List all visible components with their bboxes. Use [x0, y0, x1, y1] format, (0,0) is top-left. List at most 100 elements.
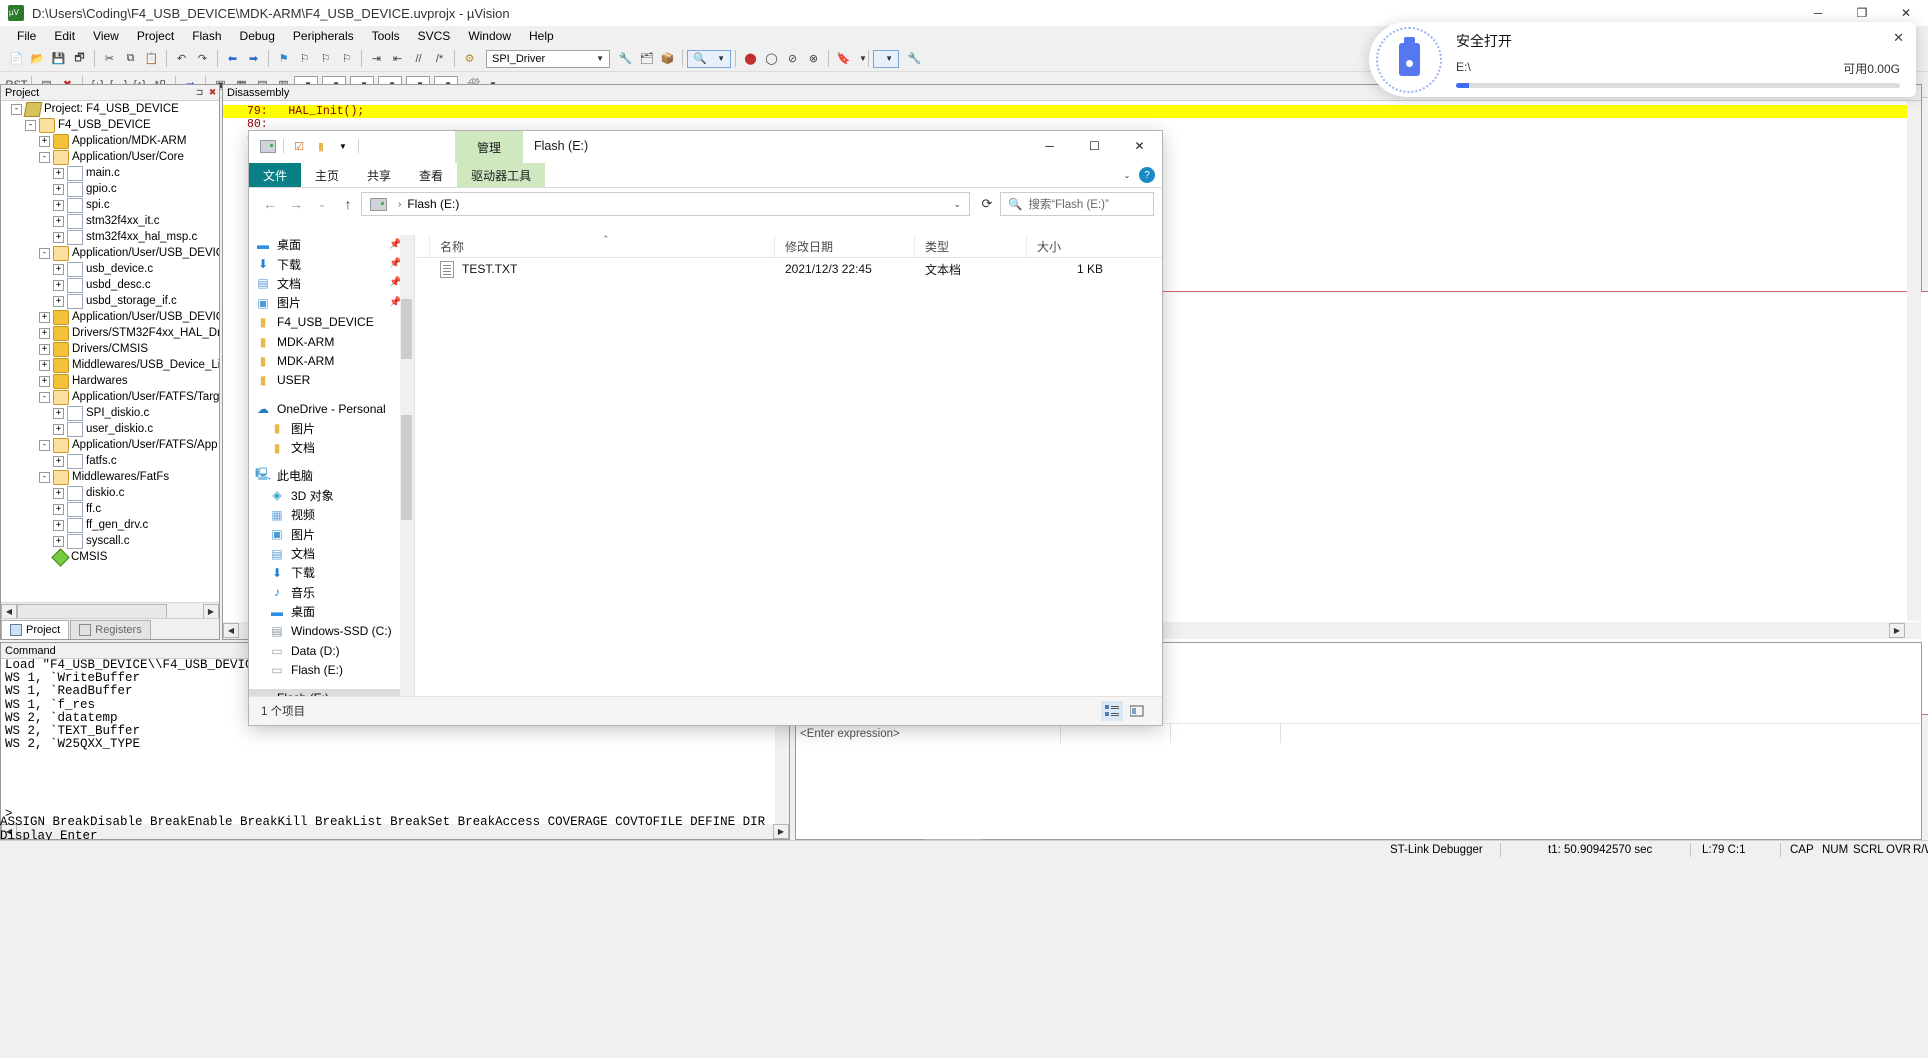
nav-item[interactable]: ▤ 文档 📌 — [249, 274, 401, 293]
nav-item[interactable]: ▤ Windows-SSD (C:) — [249, 621, 399, 640]
expand-icon[interactable]: + — [53, 263, 64, 275]
close-icon[interactable]: ✖ — [206, 86, 219, 99]
expand-icon[interactable]: + — [53, 423, 64, 435]
navigate-back-icon[interactable]: ⬅ — [223, 49, 242, 68]
pin-icon[interactable]: 📌 — [389, 297, 401, 309]
expand-icon[interactable]: + — [53, 487, 64, 499]
watch-value-cell[interactable] — [1061, 724, 1171, 743]
expand-icon[interactable]: + — [53, 167, 64, 179]
open-file-icon[interactable]: 📂 — [28, 49, 47, 68]
save-all-icon[interactable]: 🗗 — [70, 49, 89, 68]
nav-item[interactable]: ☁ OneDrive - Personal — [249, 399, 399, 418]
project-tree-node[interactable]: + Application/MDK-ARM — [1, 133, 219, 149]
expand-icon[interactable]: + — [53, 535, 64, 547]
project-tree-node[interactable]: + Hardwares — [1, 373, 219, 389]
details-view-button[interactable] — [1101, 701, 1123, 721]
pin-icon[interactable]: 📌 — [389, 258, 401, 270]
menu-view[interactable]: View — [84, 27, 128, 45]
refresh-button[interactable]: ⟳ — [974, 192, 1000, 216]
project-tree-node[interactable]: + main.c — [1, 165, 219, 181]
project-tree-node[interactable]: CMSIS — [1, 547, 219, 567]
table-row[interactable]: TEST.TXT 2021/12/3 22:45 文本档 1 KB — [415, 258, 1162, 280]
expand-icon[interactable]: + — [53, 503, 64, 515]
project-tree-node[interactable]: + ff_gen_drv.c — [1, 517, 219, 533]
forward-button[interactable]: → — [283, 192, 309, 216]
breakpoint-disable-all-icon[interactable]: ⊗ — [804, 49, 823, 68]
minimize-ribbon-chevron-icon[interactable]: ⌄ — [1118, 166, 1136, 184]
scroll-right-icon[interactable]: ▶ — [203, 603, 219, 619]
project-tree-node[interactable]: + Drivers/CMSIS — [1, 341, 219, 357]
menu-window[interactable]: Window — [459, 27, 520, 45]
menu-file[interactable]: File — [8, 27, 45, 45]
menu-svcs[interactable]: SVCS — [409, 27, 460, 45]
expand-icon[interactable]: + — [53, 455, 64, 467]
collapse-icon[interactable]: - — [39, 439, 50, 451]
expand-icon[interactable]: + — [53, 295, 64, 307]
project-tree-node[interactable]: + usbd_storage_if.c — [1, 293, 219, 309]
indent-icon[interactable]: ⇥ — [367, 49, 386, 68]
help-icon[interactable]: ? — [1138, 166, 1156, 184]
watch-row[interactable]: <Enter expression> — [796, 723, 1921, 743]
navigation-pane[interactable]: ▬ 桌面 📌 ⬇ 下载 📌 ▤ 文档 📌 ▣ 图片 📌 ▮ F4_USB_DEVICE ▮ MDK-ARM ▮ M… — [249, 235, 414, 697]
menu-help[interactable]: Help — [520, 27, 563, 45]
nav-item[interactable]: ◈ 3D 对象 — [249, 486, 399, 505]
target-combo[interactable]: SPI_Driver ▼ — [486, 49, 610, 68]
recent-locations-chevron-down-icon[interactable]: ⌄ — [309, 192, 335, 216]
scroll-left-icon[interactable]: ◀ — [223, 623, 239, 638]
manage-components-icon[interactable]: 🗂 — [637, 49, 656, 68]
expand-icon[interactable]: + — [39, 311, 50, 323]
configure-icon[interactable]: 🔧 — [905, 49, 924, 68]
nav-item[interactable]: ▣ 图片 — [249, 524, 399, 543]
collapse-icon[interactable]: - — [11, 103, 22, 115]
uncomment-icon[interactable]: /* — [430, 49, 449, 68]
project-tree-node[interactable]: + user_diskio.c — [1, 421, 219, 437]
project-tree-node[interactable]: + Drivers/STM32F4xx_HAL_Driver — [1, 325, 219, 341]
project-tree-node[interactable]: + fatfs.c — [1, 453, 219, 469]
address-input[interactable]: › Flash (E:) ⌄ — [361, 192, 970, 216]
maximize-button[interactable]: ☐ — [1072, 131, 1117, 161]
project-tree-node[interactable]: - Application/User/USB_DEVICE/A — [1, 245, 219, 261]
navigation-list[interactable]: ▬ 桌面 📌 ⬇ 下载 📌 ▤ 文档 📌 ▣ 图片 📌 ▮ F4_USB_DEVICE ▮ MDK-ARM ▮ M… — [249, 235, 409, 697]
breakpoint-kill-icon[interactable]: ⊘ — [783, 49, 802, 68]
toast-close-button[interactable]: ✕ — [1893, 30, 1904, 46]
back-button[interactable]: ← — [257, 192, 283, 216]
bookmark-prev-icon[interactable]: ⚐ — [295, 49, 314, 68]
expand-icon[interactable]: + — [53, 183, 64, 195]
save-icon[interactable]: 💾 — [49, 49, 68, 68]
nav-item[interactable]: ▦ 视频 — [249, 505, 399, 524]
bookmark-next-icon[interactable]: ⚐ — [316, 49, 335, 68]
collapse-icon[interactable]: - — [39, 247, 50, 259]
menu-project[interactable]: Project — [128, 27, 183, 45]
pin-icon[interactable]: ⊐ — [193, 86, 206, 99]
new-file-icon[interactable]: 📄 — [7, 49, 26, 68]
bookmarks-icon[interactable]: 🔖 — [834, 49, 853, 68]
project-tree-node[interactable]: - Application/User/FATFS/App — [1, 437, 219, 453]
nav-item[interactable]: ▮ F4_USB_DEVICE — [249, 313, 399, 332]
nav-item[interactable]: ▮ MDK-ARM — [249, 332, 399, 351]
expand-icon[interactable]: + — [53, 215, 64, 227]
pin-icon[interactable]: 📌 — [389, 277, 401, 289]
customize-qat-chevron-down-icon[interactable]: ▼ — [335, 138, 351, 154]
project-tree-node[interactable]: - Middlewares/FatFs — [1, 469, 219, 485]
watch-expression-cell[interactable]: <Enter expression> — [796, 724, 1061, 743]
window-layout-combo[interactable]: ▼ — [873, 49, 899, 68]
navigate-forward-icon[interactable]: ➡ — [244, 49, 263, 68]
pack-installer-icon[interactable]: 📦 — [658, 49, 677, 68]
project-hscrollbar[interactable]: ◀ ▶ — [1, 602, 219, 619]
project-tree-node[interactable]: + SPI_diskio.c — [1, 405, 219, 421]
redo-icon[interactable]: ↷ — [193, 49, 212, 68]
bookmark-clear-icon[interactable]: ⚐ — [337, 49, 356, 68]
tab-home[interactable]: 主页 — [301, 163, 353, 187]
project-tree-node[interactable]: + stm32f4xx_hal_msp.c — [1, 229, 219, 245]
collapse-icon[interactable]: - — [39, 151, 50, 163]
tab-project[interactable]: Project — [1, 620, 70, 639]
pin-icon[interactable]: 📌 — [389, 239, 401, 251]
breakpoint-icon[interactable]: ⬤ — [741, 49, 760, 68]
comment-icon[interactable]: // — [409, 49, 428, 68]
up-button[interactable]: ↑ — [335, 192, 361, 216]
project-tree-node[interactable]: + usbd_desc.c — [1, 277, 219, 293]
expand-icon[interactable]: + — [39, 135, 50, 147]
zoom-combo[interactable]: 🔍 ▼ — [687, 49, 731, 68]
build-icon[interactable]: ⚙ — [460, 49, 479, 68]
project-tree-node[interactable]: + stm32f4xx_it.c — [1, 213, 219, 229]
